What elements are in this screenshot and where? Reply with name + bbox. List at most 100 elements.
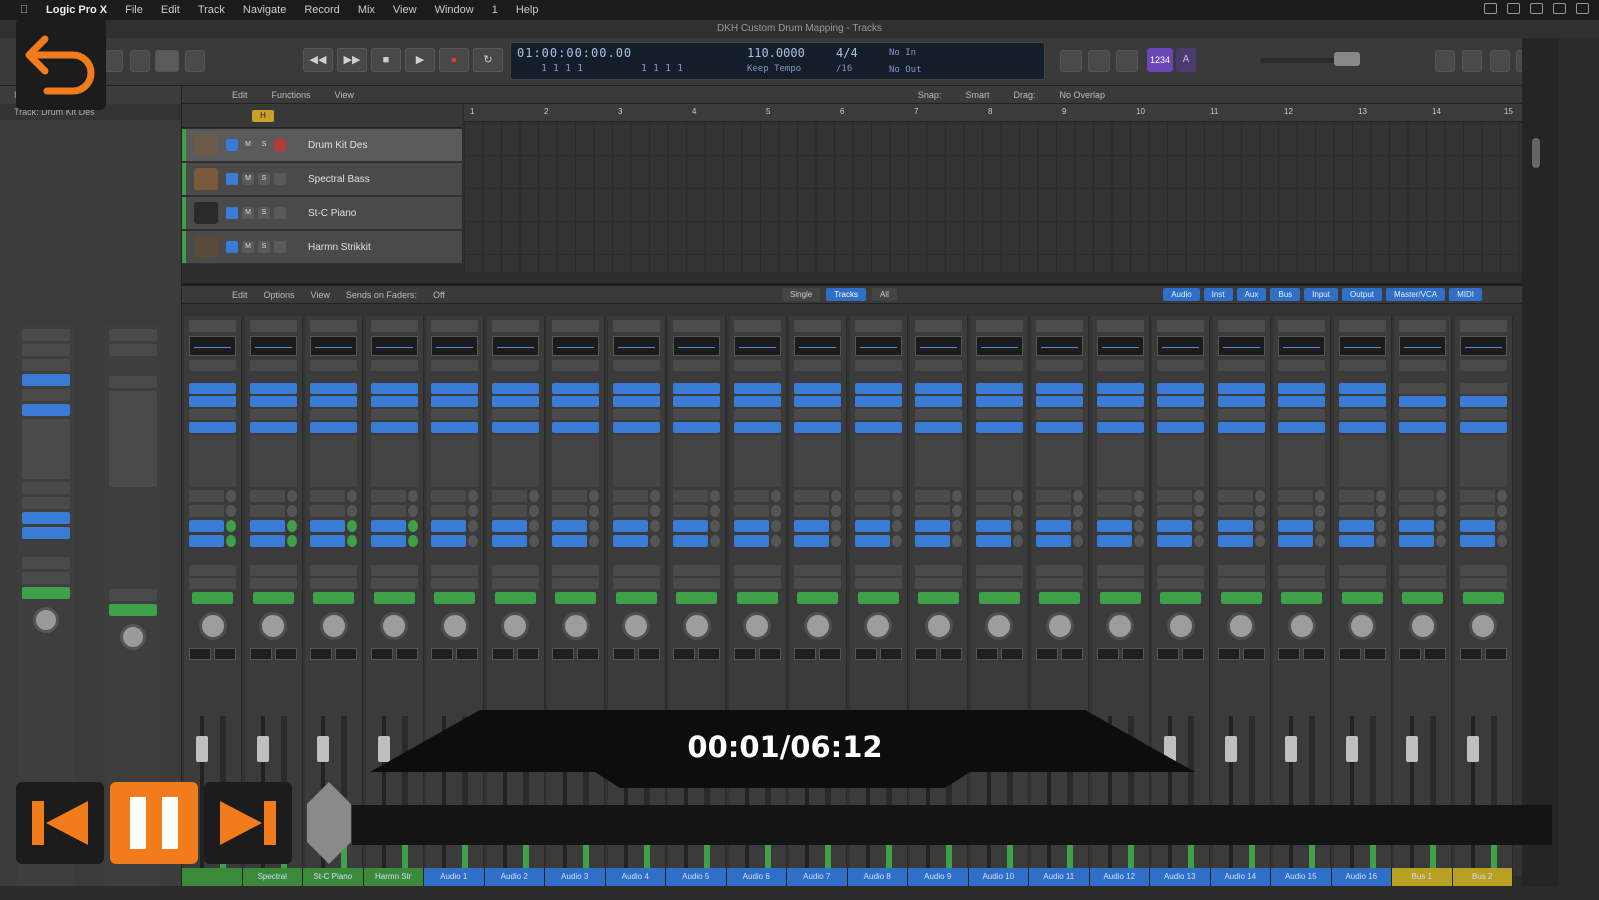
eq-display[interactable] xyxy=(1096,336,1144,356)
track-name[interactable]: Drum Kit Des xyxy=(308,140,408,151)
midi-fx-slot[interactable] xyxy=(1217,360,1265,371)
record-button[interactable]: ● xyxy=(439,48,469,72)
volume-fader[interactable] xyxy=(256,736,269,762)
output-slot[interactable] xyxy=(612,565,660,576)
lcd-display[interactable]: 01:00:00:00.00 1 1 1 1 1 1 1 1 110.0000 … xyxy=(510,42,1045,80)
setting-slot[interactable] xyxy=(915,320,962,332)
group-slot[interactable] xyxy=(249,578,297,589)
send-slot[interactable] xyxy=(1217,490,1265,502)
solo-button[interactable] xyxy=(1088,50,1110,72)
plugin-slot[interactable] xyxy=(310,409,357,420)
menu-1[interactable]: 1 xyxy=(492,4,498,16)
plugin-slot[interactable] xyxy=(189,396,236,407)
send-slot[interactable] xyxy=(1217,535,1265,547)
setting-slot[interactable] xyxy=(1157,320,1204,332)
group-slot[interactable] xyxy=(370,578,418,589)
plugin-slot[interactable] xyxy=(431,409,478,420)
plugin-slot[interactable] xyxy=(491,409,539,420)
input-slot[interactable] xyxy=(1036,383,1083,394)
send-slot[interactable] xyxy=(794,520,841,532)
automation-read[interactable] xyxy=(109,604,157,616)
plugin-slot[interactable] xyxy=(1157,396,1204,407)
plugin-slot[interactable] xyxy=(733,409,781,420)
input-slot[interactable] xyxy=(854,383,902,394)
track-name[interactable]: Spectral Bass xyxy=(308,174,408,185)
plugin-slot[interactable] xyxy=(249,396,297,407)
output-slot[interactable] xyxy=(1278,565,1325,576)
send-slot[interactable] xyxy=(733,505,781,517)
send-slot[interactable] xyxy=(1278,520,1325,532)
pan-knob[interactable] xyxy=(319,612,348,640)
group-slot[interactable] xyxy=(1036,578,1083,589)
eq-display[interactable] xyxy=(552,336,599,356)
eq-display[interactable] xyxy=(794,336,841,356)
smart-controls-button[interactable] xyxy=(130,50,150,72)
automation-read[interactable] xyxy=(676,592,717,604)
group-slot[interactable] xyxy=(975,578,1023,589)
setting-slot[interactable] xyxy=(1217,320,1265,332)
menu-file[interactable]: File xyxy=(125,4,143,16)
send-slot[interactable] xyxy=(431,520,478,532)
strip-name[interactable]: Audio 5 xyxy=(666,868,727,886)
track-on-button[interactable] xyxy=(226,139,238,151)
menu-view[interactable]: View xyxy=(393,4,417,16)
automation-read[interactable] xyxy=(978,592,1020,604)
track-header[interactable]: M S St-C Piano xyxy=(182,197,462,230)
plugin-slot[interactable] xyxy=(733,422,781,433)
eq-display[interactable] xyxy=(854,336,902,356)
plugin-slot[interactable] xyxy=(1278,396,1325,407)
send-slot[interactable] xyxy=(733,535,781,547)
send-slot[interactable] xyxy=(915,520,962,532)
pan-knob[interactable] xyxy=(440,612,469,640)
volume-fader[interactable] xyxy=(196,736,208,762)
output-slot[interactable] xyxy=(1459,565,1507,576)
send-slot[interactable] xyxy=(673,520,720,532)
pan-knob[interactable] xyxy=(864,612,892,640)
send-slot[interactable] xyxy=(673,490,720,502)
setting-slot[interactable] xyxy=(733,320,781,332)
group-slot[interactable] xyxy=(673,578,720,589)
midi-fx-slot[interactable] xyxy=(1157,360,1204,371)
track-name[interactable]: Harmn Strikkit xyxy=(308,242,408,253)
output-slot[interactable] xyxy=(310,565,357,576)
tracks-functions-menu[interactable]: Functions xyxy=(272,90,311,100)
back-button[interactable] xyxy=(16,18,106,110)
send-slot[interactable] xyxy=(1278,490,1325,502)
audio-fx-slot[interactable] xyxy=(22,389,70,401)
group-slot[interactable] xyxy=(733,578,781,589)
plugin-slot[interactable] xyxy=(1459,396,1507,407)
send-slot[interactable] xyxy=(1399,520,1446,532)
group-slot[interactable] xyxy=(794,578,841,589)
setting-slot[interactable] xyxy=(109,329,157,341)
midi-fx-slot[interactable] xyxy=(370,360,418,371)
midi-fx-slot[interactable] xyxy=(310,360,357,371)
instrument-slot[interactable] xyxy=(22,374,70,386)
group-slot[interactable] xyxy=(22,572,70,584)
plugin-slot[interactable] xyxy=(733,396,781,407)
send-slot[interactable] xyxy=(1157,490,1204,502)
mute-button[interactable]: M xyxy=(242,207,254,219)
send-slot[interactable] xyxy=(249,520,297,532)
output-slot[interactable] xyxy=(975,565,1023,576)
mute-button[interactable]: M xyxy=(242,241,254,253)
plugin-slot[interactable] xyxy=(1157,422,1204,433)
plugin-slot[interactable] xyxy=(612,422,660,433)
plugin-slot[interactable] xyxy=(975,409,1023,420)
filter-bus[interactable]: Bus xyxy=(1270,288,1301,301)
setting-slot[interactable] xyxy=(1278,320,1325,332)
plugin-slot[interactable] xyxy=(915,409,962,420)
strip-name[interactable]: Bus 2 xyxy=(1452,868,1513,886)
output-slot[interactable] xyxy=(1217,565,1265,576)
group-slot[interactable] xyxy=(189,578,236,589)
strip-name[interactable]: Audio 9 xyxy=(908,868,969,886)
stereo-slot[interactable] xyxy=(109,376,157,388)
pan-knob[interactable] xyxy=(380,612,408,640)
group-slot[interactable] xyxy=(1096,578,1144,589)
send-slot[interactable] xyxy=(975,505,1023,517)
send-slot[interactable] xyxy=(310,505,357,517)
tuner-button[interactable] xyxy=(1060,50,1082,72)
plugin-slot[interactable] xyxy=(975,422,1023,433)
filter-aux[interactable]: Aux xyxy=(1236,288,1267,301)
plugin-slot[interactable] xyxy=(1036,422,1083,433)
midi-fx-slot[interactable] xyxy=(491,360,539,371)
